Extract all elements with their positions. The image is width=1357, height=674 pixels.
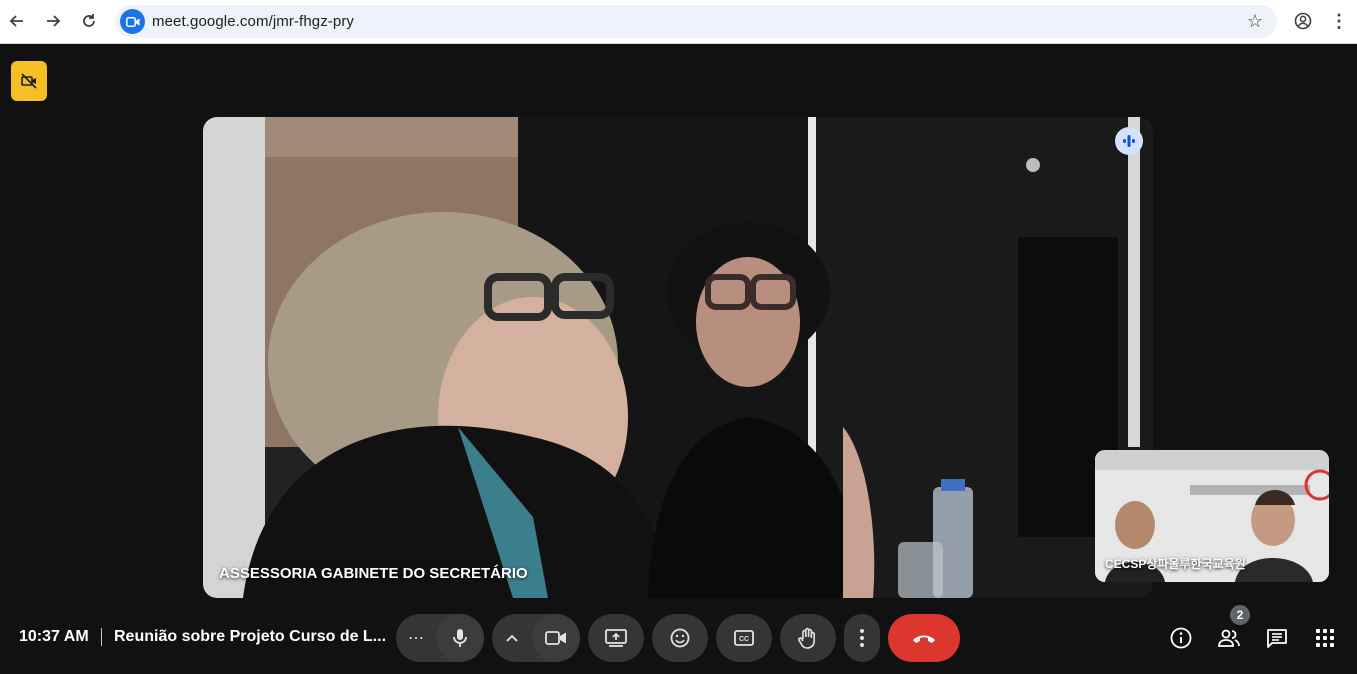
more-vert-icon bbox=[860, 629, 864, 647]
captions-icon: CC bbox=[734, 630, 754, 646]
self-participant-name: CECSP상파울루한국교육원 bbox=[1105, 557, 1246, 571]
camera-control-group bbox=[492, 614, 580, 662]
participant-count-badge: 2 bbox=[1230, 605, 1250, 625]
video-options-button[interactable] bbox=[492, 614, 532, 662]
main-video-tile[interactable]: ASSESSORIA GABINETE DO SECRETÁRIO bbox=[203, 117, 1153, 598]
url-text[interactable]: meet.google.com/jmr-fhgz-pry bbox=[152, 13, 354, 30]
self-video-tile[interactable]: CECSP상파울루한국교육원 bbox=[1095, 450, 1329, 582]
main-participant-name: ASSESSORIA GABINETE DO SECRETÁRIO bbox=[219, 565, 528, 582]
address-bar[interactable]: meet.google.com/jmr-fhgz-pry ☆ bbox=[115, 5, 1277, 38]
present-screen-icon bbox=[605, 629, 627, 647]
meet-camera-icon[interactable] bbox=[120, 9, 145, 34]
activities-button[interactable] bbox=[1311, 624, 1339, 652]
mic-control-group: ⋯ bbox=[396, 614, 484, 662]
meeting-details-button[interactable] bbox=[1167, 624, 1195, 652]
raise-hand-button[interactable] bbox=[780, 614, 836, 662]
svg-text:CC: CC bbox=[739, 636, 749, 643]
emoji-icon bbox=[670, 628, 690, 648]
reload-icon[interactable] bbox=[76, 8, 102, 34]
hand-icon bbox=[798, 627, 815, 649]
chevron-up-icon bbox=[506, 634, 518, 642]
bar-divider bbox=[101, 628, 102, 646]
more-options-button[interactable] bbox=[844, 614, 880, 662]
browser-toolbar: meet.google.com/jmr-fhgz-pry ☆ ⋮ bbox=[0, 0, 1357, 44]
people-icon bbox=[1218, 629, 1240, 647]
reactions-button[interactable] bbox=[652, 614, 708, 662]
camera-button[interactable] bbox=[532, 614, 580, 662]
apps-grid-icon bbox=[1316, 629, 1334, 647]
mic-button[interactable] bbox=[436, 614, 484, 662]
forward-arrow-icon[interactable] bbox=[40, 8, 66, 34]
back-arrow-icon[interactable] bbox=[4, 8, 30, 34]
camera-icon bbox=[545, 631, 566, 645]
people-button[interactable] bbox=[1215, 624, 1243, 652]
video-off-indicator-icon[interactable] bbox=[11, 61, 47, 101]
info-icon bbox=[1170, 627, 1192, 649]
main-video-feed bbox=[203, 117, 1153, 598]
more-vert-icon[interactable]: ⋮ bbox=[1326, 8, 1352, 34]
leave-call-button[interactable] bbox=[888, 614, 960, 662]
clock-time: 10:37 AM bbox=[19, 628, 89, 645]
captions-button[interactable]: CC bbox=[716, 614, 772, 662]
chat-icon bbox=[1267, 629, 1287, 648]
audio-options-button[interactable]: ⋯ bbox=[396, 614, 436, 662]
mic-icon bbox=[453, 629, 467, 647]
hang-up-icon bbox=[913, 635, 935, 643]
present-screen-button[interactable] bbox=[588, 614, 644, 662]
star-icon[interactable]: ☆ bbox=[1247, 11, 1263, 32]
speaking-indicator-icon bbox=[1115, 127, 1143, 155]
meeting-title: Reunião sobre Projeto Curso de L... bbox=[114, 628, 387, 645]
chat-button[interactable] bbox=[1263, 624, 1291, 652]
profile-icon[interactable] bbox=[1290, 8, 1316, 34]
